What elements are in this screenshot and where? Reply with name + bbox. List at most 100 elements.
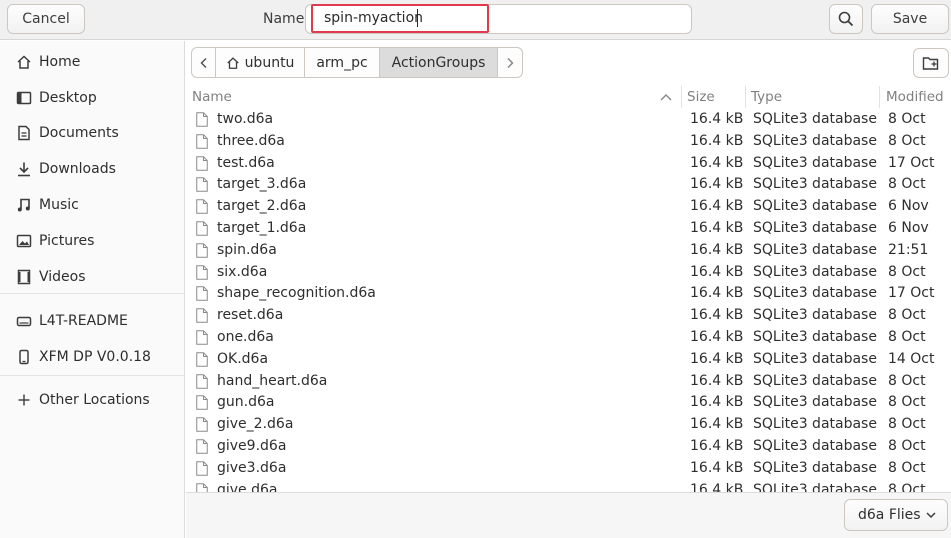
column-divider [681,86,682,108]
file-row[interactable]: reset.d6a 16.4 kB SQLite3 database 8 Oct [186,305,951,327]
file-icon [196,482,208,492]
file-name: three.d6a [217,132,285,149]
home-icon [15,53,33,71]
file-type-filter-dropdown[interactable]: d6a Flies [844,499,948,531]
sidebar-item-label: Home [39,54,81,70]
sidebar-item-label: L4T-README [39,313,128,329]
file-name: shape_recognition.d6a [217,285,376,302]
sidebar-item-pictures[interactable]: Pictures [0,224,184,258]
breadcrumb-ubuntu[interactable]: ubuntu [216,47,305,78]
file-type: SQLite3 database [753,241,877,258]
file-size: 16.4 kB [690,176,744,193]
file-row[interactable]: hand_heart.d6a 16.4 kB SQLite3 database 8 O… [186,371,951,393]
path-forward-button[interactable] [498,47,523,78]
search-button[interactable] [829,4,863,34]
sidebar-item-other-locations[interactable]: Other Locations [0,383,184,417]
chevron-right-icon [507,57,514,68]
sidebar-item-downloads[interactable]: Downloads [0,152,184,186]
column-header-name[interactable]: Name [192,89,232,105]
file-name: give3.d6a [217,459,287,476]
file-size: 16.4 kB [690,372,744,389]
file-row[interactable]: two.d6a 16.4 kB SQLite3 database 8 Oct [186,109,951,131]
file-size: 16.4 kB [690,263,744,280]
file-name: OK.d6a [217,350,269,367]
sidebar-item-label: Other Locations [39,392,150,408]
file-row[interactable]: three.d6a 16.4 kB SQLite3 database 8 Oct [186,131,951,153]
sidebar-item-label: Pictures [39,233,95,249]
sidebar-item-label: Downloads [39,161,116,177]
drive-icon [15,312,33,330]
file-row[interactable]: shape_recognition.d6a 16.4 kB SQLite3 data… [186,283,951,305]
file-name: hand_heart.d6a [217,372,328,389]
column-divider [879,86,880,108]
cancel-button[interactable]: Cancel [7,4,85,34]
file-icon [196,264,208,280]
file-icon [196,417,208,432]
file-icon [196,308,208,323]
file-type: SQLite3 database [753,263,877,280]
sidebar-item-desktop[interactable]: Desktop [0,81,184,115]
sidebar-item-videos[interactable]: Videos [0,260,184,294]
file-modified: 14 Oct [888,350,935,367]
videos-icon [15,268,33,286]
chevron-down-icon [926,512,936,519]
column-header-type[interactable]: Type [751,89,782,105]
file-row[interactable]: target_1.d6a 16.4 kB SQLite3 database 6 Nov [186,218,951,240]
sidebar-item-xfm-dp[interactable]: XFM DP V0.0.18 [0,340,184,374]
file-size: 16.4 kB [690,220,744,236]
sidebar-item-documents[interactable]: Documents [0,116,184,150]
file-icon [196,395,208,411]
sidebar-item-label: Music [39,197,79,213]
file-row[interactable]: give9.d6a 16.4 kB SQLite3 database 8 Oct [186,436,951,458]
sidebar-item-home[interactable]: Home [0,45,184,79]
column-header-modified[interactable]: Modified [886,89,944,105]
filename-value[interactable]: spin-myaction [324,10,423,26]
file-icon [196,243,208,258]
file-name: six.d6a [217,263,268,280]
plus-icon [15,391,33,409]
sidebar-item-label: Documents [39,125,119,141]
sidebar-item-music[interactable]: Music [0,188,184,222]
path-back-button[interactable] [191,47,216,78]
file-type-filter-label: d6a Flies [858,507,921,523]
file-row[interactable]: target_2.d6a 16.4 kB SQLite3 database 6 Nov [186,196,951,218]
pictures-icon [15,232,33,250]
music-icon [15,196,33,214]
file-row[interactable]: OK.d6a 16.4 kB SQLite3 database 14 Oct [186,349,951,371]
file-modified: 8 Oct [888,263,926,280]
file-type: SQLite3 database [753,176,877,193]
file-icon [196,439,208,454]
file-row[interactable]: six.d6a 16.4 kB SQLite3 database 8 Oct [186,262,951,284]
text-caret [417,9,418,27]
file-size: 16.4 kB [690,481,744,492]
file-type: SQLite3 database [753,372,877,389]
breadcrumb-label: ActionGroups [391,54,486,71]
file-row[interactable]: one.d6a 16.4 kB SQLite3 database 8 Oct [186,327,951,349]
file-row[interactable]: spin.d6a 16.4 kB SQLite3 database 21:51 [186,240,951,262]
new-folder-button[interactable] [913,48,949,78]
file-row[interactable]: gun.d6a 16.4 kB SQLite3 database 8 Oct [186,392,951,414]
breadcrumb-actiongroups[interactable]: ActionGroups [380,47,498,78]
file-modified: 8 Oct [888,459,926,476]
breadcrumb-arm-pc[interactable]: arm_pc [305,47,380,78]
file-modified: 8 Oct [888,416,926,433]
file-icon [196,112,208,127]
file-row[interactable]: give.d6a 16.4 kB SQLite3 database 8 Oct [186,480,951,492]
file-type: SQLite3 database [753,220,877,236]
file-row[interactable]: give3.d6a 16.4 kB SQLite3 database 8 Oct [186,458,951,480]
file-modified: 8 Oct [888,372,926,389]
name-label: Name [263,11,305,27]
file-size: 16.4 kB [690,154,744,171]
sidebar-item-l4t-readme[interactable]: L4T-README [0,304,184,338]
file-name: target_1.d6a [217,220,307,236]
file-row[interactable]: give_2.d6a 16.4 kB SQLite3 database 8 Oct [186,414,951,436]
file-row[interactable]: test.d6a 16.4 kB SQLite3 database 17 Oct [186,153,951,175]
column-header-size[interactable]: Size [687,89,715,105]
sidebar-item-label: Videos [39,269,86,285]
file-type: SQLite3 database [753,132,877,149]
file-modified: 8 Oct [888,329,926,345]
file-row[interactable]: target_3.d6a 16.4 kB SQLite3 database 8 Oct [186,174,951,196]
file-icon [196,199,208,214]
file-size: 16.4 kB [690,241,744,258]
save-button[interactable]: Save [871,4,949,34]
